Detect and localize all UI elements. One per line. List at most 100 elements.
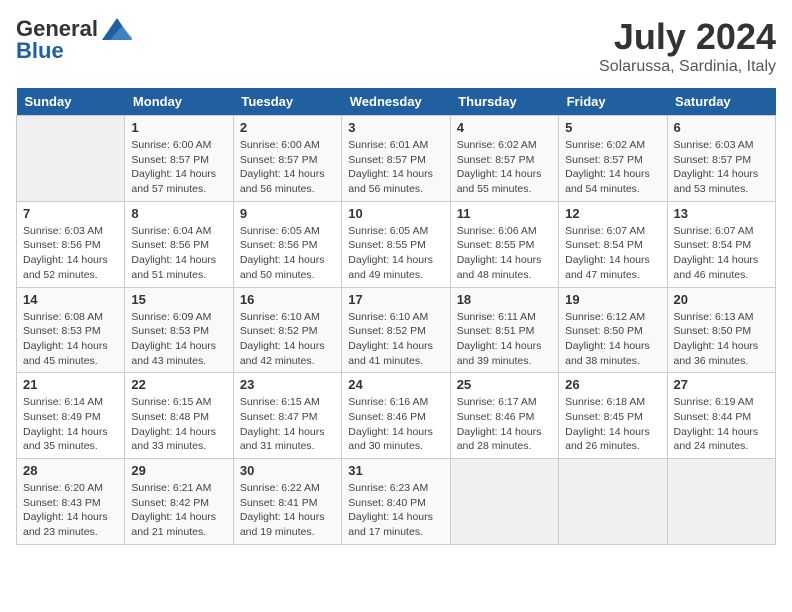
day-number: 4	[457, 120, 552, 135]
page-header: General Blue July 2024 Solarussa, Sardin…	[16, 16, 776, 76]
day-info: Sunrise: 6:05 AMSunset: 8:56 PMDaylight:…	[240, 224, 335, 283]
calendar-title: July 2024	[599, 16, 776, 58]
day-info: Sunrise: 6:00 AMSunset: 8:57 PMDaylight:…	[131, 138, 226, 197]
day-info: Sunrise: 6:11 AMSunset: 8:51 PMDaylight:…	[457, 310, 552, 369]
day-number: 7	[23, 206, 118, 221]
calendar-subtitle: Solarussa, Sardinia, Italy	[599, 58, 776, 76]
calendar-week-row: 1 Sunrise: 6:00 AMSunset: 8:57 PMDayligh…	[17, 116, 776, 202]
day-info: Sunrise: 6:12 AMSunset: 8:50 PMDaylight:…	[565, 310, 660, 369]
day-info: Sunrise: 6:16 AMSunset: 8:46 PMDaylight:…	[348, 395, 443, 454]
logo-blue-text: Blue	[16, 38, 64, 64]
calendar-header-row: SundayMondayTuesdayWednesdayThursdayFrid…	[17, 88, 776, 116]
day-number: 28	[23, 463, 118, 478]
calendar-cell	[667, 459, 775, 545]
day-info: Sunrise: 6:02 AMSunset: 8:57 PMDaylight:…	[565, 138, 660, 197]
calendar-cell	[17, 116, 125, 202]
calendar-cell: 9 Sunrise: 6:05 AMSunset: 8:56 PMDayligh…	[233, 201, 341, 287]
calendar-cell: 28 Sunrise: 6:20 AMSunset: 8:43 PMDaylig…	[17, 459, 125, 545]
day-number: 15	[131, 292, 226, 307]
calendar-cell: 26 Sunrise: 6:18 AMSunset: 8:45 PMDaylig…	[559, 373, 667, 459]
day-number: 31	[348, 463, 443, 478]
day-number: 26	[565, 377, 660, 392]
calendar-cell: 22 Sunrise: 6:15 AMSunset: 8:48 PMDaylig…	[125, 373, 233, 459]
calendar-cell: 6 Sunrise: 6:03 AMSunset: 8:57 PMDayligh…	[667, 116, 775, 202]
day-number: 27	[674, 377, 769, 392]
calendar-cell: 15 Sunrise: 6:09 AMSunset: 8:53 PMDaylig…	[125, 287, 233, 373]
day-number: 29	[131, 463, 226, 478]
calendar-cell: 27 Sunrise: 6:19 AMSunset: 8:44 PMDaylig…	[667, 373, 775, 459]
calendar-cell: 20 Sunrise: 6:13 AMSunset: 8:50 PMDaylig…	[667, 287, 775, 373]
day-info: Sunrise: 6:19 AMSunset: 8:44 PMDaylight:…	[674, 395, 769, 454]
day-info: Sunrise: 6:00 AMSunset: 8:57 PMDaylight:…	[240, 138, 335, 197]
day-number: 3	[348, 120, 443, 135]
calendar-cell: 10 Sunrise: 6:05 AMSunset: 8:55 PMDaylig…	[342, 201, 450, 287]
day-info: Sunrise: 6:10 AMSunset: 8:52 PMDaylight:…	[348, 310, 443, 369]
calendar-table: SundayMondayTuesdayWednesdayThursdayFrid…	[16, 88, 776, 545]
day-info: Sunrise: 6:03 AMSunset: 8:57 PMDaylight:…	[674, 138, 769, 197]
calendar-day-header: Tuesday	[233, 88, 341, 116]
day-info: Sunrise: 6:07 AMSunset: 8:54 PMDaylight:…	[565, 224, 660, 283]
calendar-cell: 2 Sunrise: 6:00 AMSunset: 8:57 PMDayligh…	[233, 116, 341, 202]
day-info: Sunrise: 6:10 AMSunset: 8:52 PMDaylight:…	[240, 310, 335, 369]
logo: General Blue	[16, 16, 132, 64]
day-number: 17	[348, 292, 443, 307]
calendar-cell: 17 Sunrise: 6:10 AMSunset: 8:52 PMDaylig…	[342, 287, 450, 373]
day-number: 9	[240, 206, 335, 221]
calendar-cell: 7 Sunrise: 6:03 AMSunset: 8:56 PMDayligh…	[17, 201, 125, 287]
day-number: 24	[348, 377, 443, 392]
calendar-cell: 30 Sunrise: 6:22 AMSunset: 8:41 PMDaylig…	[233, 459, 341, 545]
calendar-cell	[559, 459, 667, 545]
day-number: 5	[565, 120, 660, 135]
calendar-day-header: Saturday	[667, 88, 775, 116]
day-info: Sunrise: 6:20 AMSunset: 8:43 PMDaylight:…	[23, 481, 118, 540]
day-number: 6	[674, 120, 769, 135]
day-info: Sunrise: 6:02 AMSunset: 8:57 PMDaylight:…	[457, 138, 552, 197]
day-info: Sunrise: 6:05 AMSunset: 8:55 PMDaylight:…	[348, 224, 443, 283]
calendar-cell: 4 Sunrise: 6:02 AMSunset: 8:57 PMDayligh…	[450, 116, 558, 202]
day-number: 23	[240, 377, 335, 392]
calendar-cell	[450, 459, 558, 545]
day-number: 18	[457, 292, 552, 307]
day-number: 16	[240, 292, 335, 307]
day-info: Sunrise: 6:13 AMSunset: 8:50 PMDaylight:…	[674, 310, 769, 369]
calendar-cell: 13 Sunrise: 6:07 AMSunset: 8:54 PMDaylig…	[667, 201, 775, 287]
calendar-cell: 1 Sunrise: 6:00 AMSunset: 8:57 PMDayligh…	[125, 116, 233, 202]
logo-icon	[102, 18, 132, 40]
calendar-cell: 5 Sunrise: 6:02 AMSunset: 8:57 PMDayligh…	[559, 116, 667, 202]
day-number: 12	[565, 206, 660, 221]
day-info: Sunrise: 6:07 AMSunset: 8:54 PMDaylight:…	[674, 224, 769, 283]
calendar-cell: 12 Sunrise: 6:07 AMSunset: 8:54 PMDaylig…	[559, 201, 667, 287]
calendar-cell: 29 Sunrise: 6:21 AMSunset: 8:42 PMDaylig…	[125, 459, 233, 545]
day-info: Sunrise: 6:03 AMSunset: 8:56 PMDaylight:…	[23, 224, 118, 283]
calendar-day-header: Wednesday	[342, 88, 450, 116]
day-info: Sunrise: 6:23 AMSunset: 8:40 PMDaylight:…	[348, 481, 443, 540]
calendar-day-header: Monday	[125, 88, 233, 116]
calendar-cell: 11 Sunrise: 6:06 AMSunset: 8:55 PMDaylig…	[450, 201, 558, 287]
day-number: 19	[565, 292, 660, 307]
day-info: Sunrise: 6:18 AMSunset: 8:45 PMDaylight:…	[565, 395, 660, 454]
calendar-cell: 23 Sunrise: 6:15 AMSunset: 8:47 PMDaylig…	[233, 373, 341, 459]
calendar-cell: 19 Sunrise: 6:12 AMSunset: 8:50 PMDaylig…	[559, 287, 667, 373]
day-number: 21	[23, 377, 118, 392]
title-block: July 2024 Solarussa, Sardinia, Italy	[599, 16, 776, 76]
calendar-cell: 21 Sunrise: 6:14 AMSunset: 8:49 PMDaylig…	[17, 373, 125, 459]
day-info: Sunrise: 6:21 AMSunset: 8:42 PMDaylight:…	[131, 481, 226, 540]
calendar-week-row: 21 Sunrise: 6:14 AMSunset: 8:49 PMDaylig…	[17, 373, 776, 459]
day-info: Sunrise: 6:14 AMSunset: 8:49 PMDaylight:…	[23, 395, 118, 454]
calendar-cell: 25 Sunrise: 6:17 AMSunset: 8:46 PMDaylig…	[450, 373, 558, 459]
calendar-week-row: 14 Sunrise: 6:08 AMSunset: 8:53 PMDaylig…	[17, 287, 776, 373]
calendar-cell: 31 Sunrise: 6:23 AMSunset: 8:40 PMDaylig…	[342, 459, 450, 545]
calendar-week-row: 7 Sunrise: 6:03 AMSunset: 8:56 PMDayligh…	[17, 201, 776, 287]
day-info: Sunrise: 6:15 AMSunset: 8:48 PMDaylight:…	[131, 395, 226, 454]
day-number: 20	[674, 292, 769, 307]
day-info: Sunrise: 6:09 AMSunset: 8:53 PMDaylight:…	[131, 310, 226, 369]
calendar-day-header: Sunday	[17, 88, 125, 116]
day-number: 13	[674, 206, 769, 221]
day-info: Sunrise: 6:06 AMSunset: 8:55 PMDaylight:…	[457, 224, 552, 283]
day-info: Sunrise: 6:15 AMSunset: 8:47 PMDaylight:…	[240, 395, 335, 454]
calendar-cell: 14 Sunrise: 6:08 AMSunset: 8:53 PMDaylig…	[17, 287, 125, 373]
calendar-day-header: Thursday	[450, 88, 558, 116]
day-info: Sunrise: 6:22 AMSunset: 8:41 PMDaylight:…	[240, 481, 335, 540]
day-number: 14	[23, 292, 118, 307]
calendar-day-header: Friday	[559, 88, 667, 116]
